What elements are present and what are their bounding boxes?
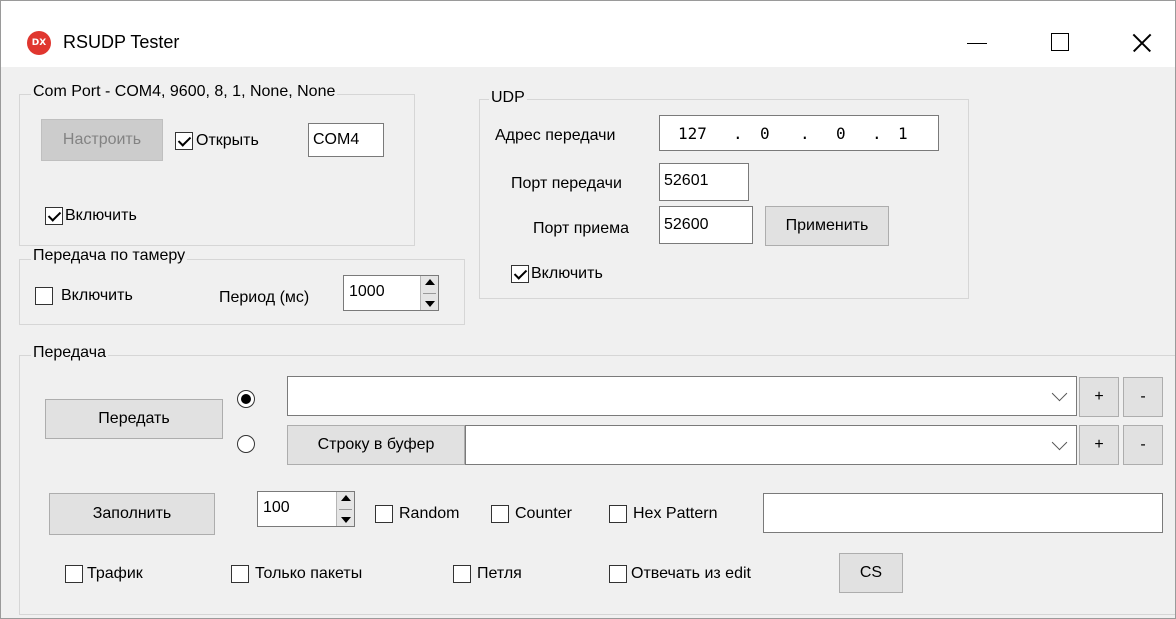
spin-up-icon[interactable] bbox=[425, 279, 435, 285]
open-label: Открыть bbox=[196, 132, 259, 149]
buffer-string-combo[interactable] bbox=[465, 425, 1077, 465]
tx-port-label: Порт передачи bbox=[511, 175, 622, 192]
send-button[interactable]: Передать bbox=[45, 399, 223, 439]
packets-only-checkbox[interactable] bbox=[231, 565, 249, 583]
fill-count-field[interactable]: 100 bbox=[257, 491, 355, 527]
maximize-icon[interactable] bbox=[1031, 19, 1091, 65]
setup-button[interactable]: Настроить bbox=[41, 119, 163, 161]
apply-button[interactable]: Применить bbox=[765, 206, 889, 246]
ip-dot-1: . bbox=[733, 124, 743, 143]
ip-dot-3: . bbox=[872, 124, 882, 143]
tx-port-field[interactable]: 52601 bbox=[659, 163, 749, 201]
ip-address-field[interactable]: 127 . 0 . 0 . 1 bbox=[659, 115, 939, 151]
hex-pattern-checkbox[interactable] bbox=[609, 505, 627, 523]
transfer-legend: Передача bbox=[31, 344, 108, 362]
period-spinner[interactable] bbox=[420, 276, 438, 310]
traffic-label: Трафик bbox=[87, 565, 143, 582]
reply-from-edit-label: Отвечать из edit bbox=[631, 565, 751, 582]
radio-buffer-mode[interactable] bbox=[237, 435, 255, 453]
udp-enable-checkbox[interactable] bbox=[511, 265, 529, 283]
cs-button[interactable]: CS bbox=[839, 553, 903, 593]
loop-label: Петля bbox=[477, 565, 522, 582]
hex-pattern-field[interactable] bbox=[763, 493, 1163, 533]
main-window: DX RSUDP Tester Com Port - COM4, 9600, 8… bbox=[0, 0, 1176, 619]
ip-octet-2: 0 bbox=[760, 124, 770, 143]
remove-buffer-button[interactable]: - bbox=[1123, 425, 1163, 465]
timer-enable-label: Включить bbox=[61, 287, 133, 304]
fill-count-spinner[interactable] bbox=[336, 492, 354, 526]
udp-legend: UDP bbox=[489, 89, 527, 107]
reply-from-edit-checkbox[interactable] bbox=[609, 565, 627, 583]
send-string-combo[interactable] bbox=[287, 376, 1077, 416]
udp-enable-label: Включить bbox=[531, 265, 603, 282]
add-string-button[interactable]: + bbox=[1079, 377, 1119, 417]
address-label: Адрес передачи bbox=[495, 127, 616, 144]
packets-only-label: Только пакеты bbox=[255, 565, 363, 582]
ip-dot-2: . bbox=[800, 124, 810, 143]
timer-legend: Передача по тамеру bbox=[31, 247, 188, 265]
counter-checkbox[interactable] bbox=[491, 505, 509, 523]
ip-octet-1: 127 bbox=[678, 124, 707, 143]
chevron-down-icon[interactable] bbox=[1051, 434, 1068, 451]
rx-port-field[interactable]: 52600 bbox=[659, 206, 753, 244]
counter-label: Counter bbox=[515, 505, 572, 522]
ip-octet-3: 0 bbox=[836, 124, 846, 143]
spin-down-icon[interactable] bbox=[425, 301, 435, 307]
spin-up-icon[interactable] bbox=[341, 495, 351, 501]
hex-pattern-label: Hex Pattern bbox=[633, 505, 718, 522]
title-bar[interactable]: DX RSUDP Tester bbox=[1, 1, 1175, 67]
period-field[interactable]: 1000 bbox=[343, 275, 439, 311]
fill-button[interactable]: Заполнить bbox=[49, 493, 215, 535]
period-label: Период (мс) bbox=[219, 289, 310, 306]
random-checkbox[interactable] bbox=[375, 505, 393, 523]
timer-enable-checkbox[interactable] bbox=[35, 287, 53, 305]
com-port-field[interactable]: COM4 bbox=[308, 123, 384, 157]
open-checkbox[interactable] bbox=[175, 132, 193, 150]
chevron-down-icon[interactable] bbox=[1051, 385, 1068, 402]
period-value: 1000 bbox=[349, 283, 385, 300]
com-enable-checkbox[interactable] bbox=[45, 207, 63, 225]
remove-string-button[interactable]: - bbox=[1123, 377, 1163, 417]
com-enable-label: Включить bbox=[65, 207, 137, 224]
add-buffer-button[interactable]: + bbox=[1079, 425, 1119, 465]
close-icon[interactable] bbox=[1111, 19, 1171, 65]
loop-checkbox[interactable] bbox=[453, 565, 471, 583]
ip-octet-4: 1 bbox=[898, 124, 908, 143]
random-label: Random bbox=[399, 505, 460, 522]
fill-count-value: 100 bbox=[263, 499, 290, 516]
rx-port-label: Порт приема bbox=[533, 220, 630, 237]
window-title: RSUDP Tester bbox=[63, 32, 180, 52]
traffic-checkbox[interactable] bbox=[65, 565, 83, 583]
spin-down-icon[interactable] bbox=[341, 517, 351, 523]
to-buffer-button[interactable]: Строку в буфер bbox=[287, 425, 465, 465]
minimize-icon[interactable] bbox=[947, 19, 1007, 65]
app-logo-icon: DX bbox=[27, 31, 51, 55]
com-port-legend: Com Port - COM4, 9600, 8, 1, None, None bbox=[31, 83, 338, 101]
radio-combo-mode[interactable] bbox=[237, 390, 255, 408]
